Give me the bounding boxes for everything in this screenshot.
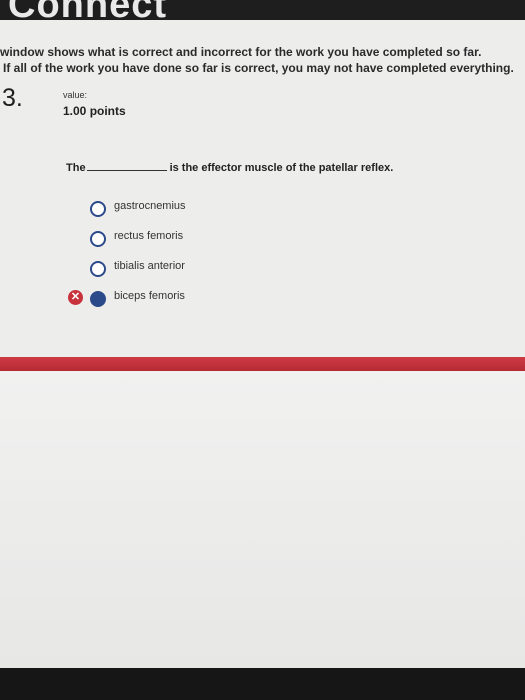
question-suffix: is the effector muscle of the patellar r… [169, 162, 394, 174]
results-notice: window shows what is correct and incorre… [0, 44, 525, 76]
option-label: rectus femoris [114, 230, 184, 242]
question-prefix: The [66, 162, 86, 174]
monitor-bezel [0, 668, 525, 700]
notice-line-1: window shows what is correct and incorre… [0, 45, 482, 59]
question-value: 1.00 points [63, 104, 126, 118]
option-label: gastrocnemius [114, 200, 186, 212]
question-text: The is the effector muscle of the patella… [66, 161, 393, 174]
value-label: value: [63, 90, 88, 100]
brand-logo: Connect [8, 0, 167, 20]
option-label: biceps femoris [114, 290, 185, 302]
radio-button-selected[interactable] [90, 291, 106, 307]
assignment-panel: window shows what is correct and incorre… [0, 20, 525, 668]
blank-area [0, 371, 525, 668]
option-label: tibialis anterior [114, 260, 185, 272]
radio-button[interactable] [90, 231, 106, 247]
answer-blank [86, 161, 167, 171]
radio-button[interactable] [90, 201, 106, 217]
app-header: Connect [0, 0, 525, 20]
question-number: 3. [2, 84, 23, 112]
divider-bar [0, 357, 525, 371]
incorrect-x-icon: ✕ [68, 290, 83, 305]
radio-button[interactable] [90, 261, 106, 277]
notice-line-2: If all of the work you have done so far … [3, 61, 514, 75]
